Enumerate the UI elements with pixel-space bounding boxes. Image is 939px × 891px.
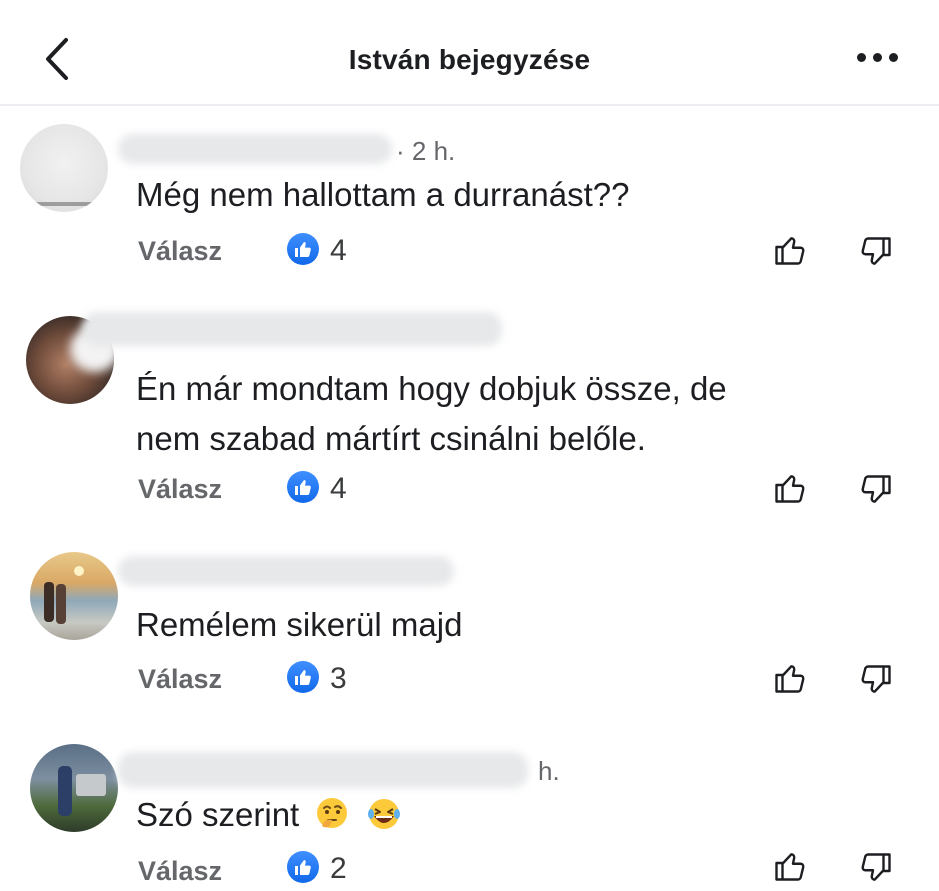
thumbs-down-outline-icon xyxy=(861,237,891,265)
thumbs-down-outline-icon xyxy=(861,853,891,881)
thumbs-up-icon xyxy=(295,242,311,257)
comment-timestamp: h. xyxy=(538,756,560,786)
reply-link[interactable]: Válasz xyxy=(138,474,222,505)
author-name-redacted[interactable] xyxy=(118,134,392,164)
upvote-button[interactable] xyxy=(772,470,808,506)
author-name-redacted[interactable] xyxy=(118,752,528,788)
downvote-button[interactable] xyxy=(858,472,894,508)
upvote-button[interactable] xyxy=(772,232,808,268)
like-count: 2 xyxy=(330,852,347,885)
comment-text: Még nem hallottam a durranást?? xyxy=(136,176,630,213)
upvote-button[interactable] xyxy=(772,660,808,696)
reply-link[interactable]: Válasz xyxy=(138,664,222,695)
avatar[interactable] xyxy=(30,552,118,640)
downvote-button[interactable] xyxy=(858,850,894,886)
thumbs-down-outline-icon xyxy=(861,475,891,503)
more-horizontal-icon xyxy=(857,53,866,62)
comment-text: Szó szerint xyxy=(136,790,402,840)
laughing-face-icon xyxy=(367,799,400,829)
thumbs-up-icon xyxy=(295,860,311,875)
like-reaction-badge[interactable] xyxy=(287,851,319,883)
comment-text: Remélem sikerül majd xyxy=(136,606,463,643)
like-count: 3 xyxy=(330,662,347,695)
like-count: 4 xyxy=(330,472,347,505)
like-reaction-badge[interactable] xyxy=(287,471,319,503)
thumbs-up-outline-icon xyxy=(775,665,805,693)
more-options-button[interactable] xyxy=(855,50,901,66)
thinking-face-icon xyxy=(317,798,348,828)
avatar[interactable] xyxy=(20,124,108,212)
top-bar: István bejegyzése xyxy=(0,0,939,106)
author-name-redacted[interactable] xyxy=(118,556,454,586)
upvote-button[interactable] xyxy=(772,848,808,884)
downvote-button[interactable] xyxy=(858,234,894,270)
like-reaction-badge[interactable] xyxy=(287,233,319,265)
author-name-redacted[interactable] xyxy=(82,312,502,346)
thumbs-up-outline-icon xyxy=(775,237,805,265)
page-title: István bejegyzése xyxy=(348,44,591,75)
thumbs-down-outline-icon xyxy=(861,665,891,693)
comment-timestamp: · 2 h. xyxy=(396,136,456,166)
thumbs-up-outline-icon xyxy=(775,853,805,881)
like-count: 4 xyxy=(330,234,347,267)
reply-link[interactable]: Válasz xyxy=(138,856,222,887)
avatar[interactable] xyxy=(30,744,118,832)
thumbs-up-outline-icon xyxy=(775,475,805,503)
thumbs-up-icon xyxy=(295,480,311,495)
downvote-button[interactable] xyxy=(858,662,894,698)
thumbs-up-icon xyxy=(295,670,311,685)
reply-link[interactable]: Válasz xyxy=(138,236,222,267)
like-reaction-badge[interactable] xyxy=(287,661,319,693)
comment-text: Én már mondtam hogy dobjuk össze, de nem… xyxy=(136,370,727,457)
